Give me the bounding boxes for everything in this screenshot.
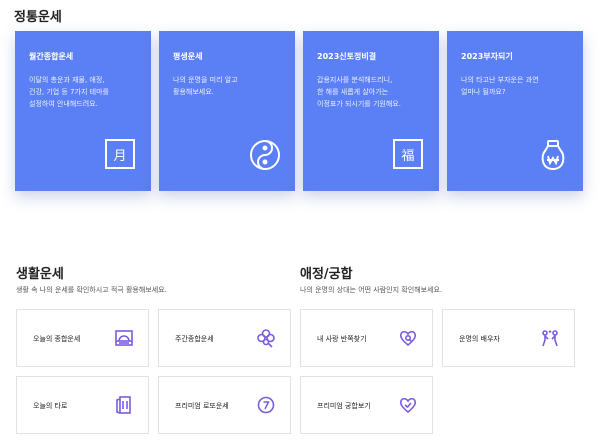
heart-search-icon — [398, 328, 418, 348]
yin-yang-icon — [249, 139, 281, 171]
section-title-life: 생활운세 — [16, 267, 64, 282]
section-desc-love: 나의 운명의 상대는 어떤 사람인지 확인해보세요. — [300, 286, 443, 294]
tile-destined-spouse[interactable]: 운명의 배우자 — [442, 309, 575, 367]
moon-calendar-icon: 月 — [105, 139, 137, 171]
card-wealth-fortune[interactable]: 2023부자되기 나의 타고난 부자운은 과연 얼마나 될까요? — [447, 31, 583, 191]
card-monthly-fortune[interactable]: 월간종합운세 이달의 총운과 재물, 애정, 건강, 기업 등 7가지 테마를 … — [15, 31, 151, 191]
card-title: 2023부자되기 — [461, 52, 513, 61]
money-bag-icon — [537, 139, 569, 171]
card-desc: 나의 운명을 미리 알고 활용해보세요. — [173, 76, 238, 96]
tile-label: 운명의 배우자 — [459, 335, 500, 343]
section-title-love: 애정/궁합 — [300, 267, 353, 282]
card-lifetime-fortune[interactable]: 평생운세 나의 운명을 미리 알고 활용해보세요. — [159, 31, 295, 191]
card-tojeong-fortune[interactable]: 2023신토정비결 갑용지사를 분석해드리니, 한 해를 새롭게 살아가는 이정… — [303, 31, 439, 191]
tile-today-fortune[interactable]: 오늘의 종합운세 — [16, 309, 149, 367]
card-title: 월간종합운세 — [29, 52, 74, 61]
lotto-ball-icon — [256, 395, 276, 415]
card-title: 2023신토정비결 — [317, 52, 377, 61]
tile-label: 오늘의 종합운세 — [33, 335, 81, 343]
tile-label: 프리미엄 궁합보기 — [317, 402, 371, 410]
tile-label: 내 사랑 반쪽찾기 — [317, 335, 367, 343]
tile-find-my-love[interactable]: 내 사랑 반쪽찾기 — [300, 309, 433, 367]
tile-premium-lotto[interactable]: 프리미엄 로또운세 — [158, 376, 291, 434]
sunrise-icon — [114, 328, 134, 348]
tile-label: 프리미엄 로또운세 — [175, 402, 229, 410]
tarot-cards-icon — [114, 395, 134, 415]
card-desc: 나의 타고난 부자운은 과연 얼마나 될까요? — [461, 76, 539, 96]
couple-icon — [540, 328, 560, 348]
fortune-blessing-icon: 福 — [393, 139, 425, 171]
card-title: 평생운세 — [173, 52, 203, 61]
section-desc-life: 생활 속 나의 운세를 확인하시고 적극 활용해보세요. — [16, 286, 167, 294]
clover-icon — [256, 328, 276, 348]
card-desc: 갑용지사를 분석해드리니, 한 해를 새롭게 살아가는 이정표가 되시기를 기원… — [317, 76, 401, 108]
tile-today-tarot[interactable]: 오늘의 타로 — [16, 376, 149, 434]
card-desc: 이달의 총운과 재물, 애정, 건강, 기업 등 7가지 테마를 설정하여 안내… — [29, 76, 109, 108]
tile-label: 주간종합운세 — [175, 335, 214, 343]
section-title-fortune: 정통운세 — [14, 10, 62, 25]
tile-weekly-fortune[interactable]: 주간종합운세 — [158, 309, 291, 367]
heart-check-icon — [398, 395, 418, 415]
tile-label: 오늘의 타로 — [33, 402, 68, 410]
tile-premium-compatibility[interactable]: 프리미엄 궁합보기 — [300, 376, 433, 434]
